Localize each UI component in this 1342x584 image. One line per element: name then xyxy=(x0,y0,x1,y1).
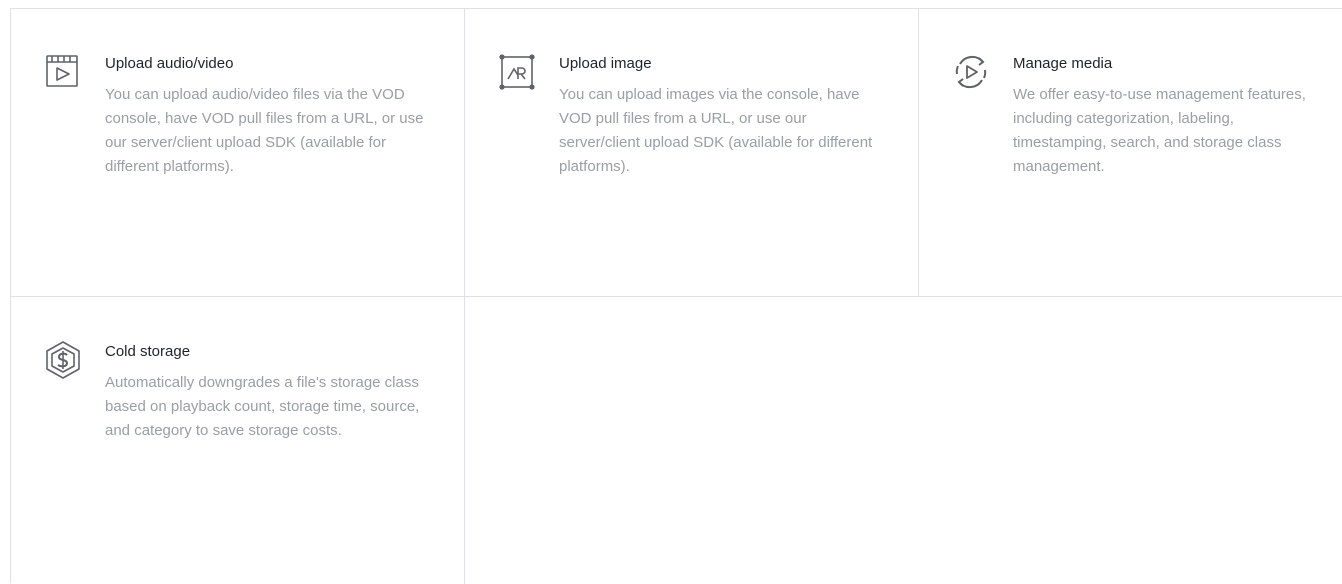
feature-card-cold-storage: Cold storage Automatically downgrades a … xyxy=(11,297,465,584)
feature-title: Upload image xyxy=(559,55,652,72)
feature-card-upload-image: Upload image You can upload images via t… xyxy=(465,9,919,297)
feature-description: Automatically downgrades a file's storag… xyxy=(105,374,420,439)
feature-card-manage-media: Manage media We offer easy-to-use manage… xyxy=(919,9,1342,297)
features-grid: Upload audio/video You can upload audio/… xyxy=(10,8,1342,584)
feature-card-upload-audio-video: Upload audio/video You can upload audio/… xyxy=(11,9,465,297)
image-icon xyxy=(497,52,537,92)
video-icon xyxy=(43,52,83,92)
feature-description: We offer easy-to-use management features… xyxy=(1013,86,1306,175)
feature-description: You can upload images via the console, h… xyxy=(559,86,873,175)
feature-title: Manage media xyxy=(1013,55,1113,72)
feature-title: Cold storage xyxy=(105,343,191,360)
manage-media-icon xyxy=(951,52,991,92)
cold-storage-icon xyxy=(43,340,83,380)
feature-title: Upload audio/video xyxy=(105,55,234,72)
feature-description: You can upload audio/video files via the… xyxy=(105,86,424,175)
